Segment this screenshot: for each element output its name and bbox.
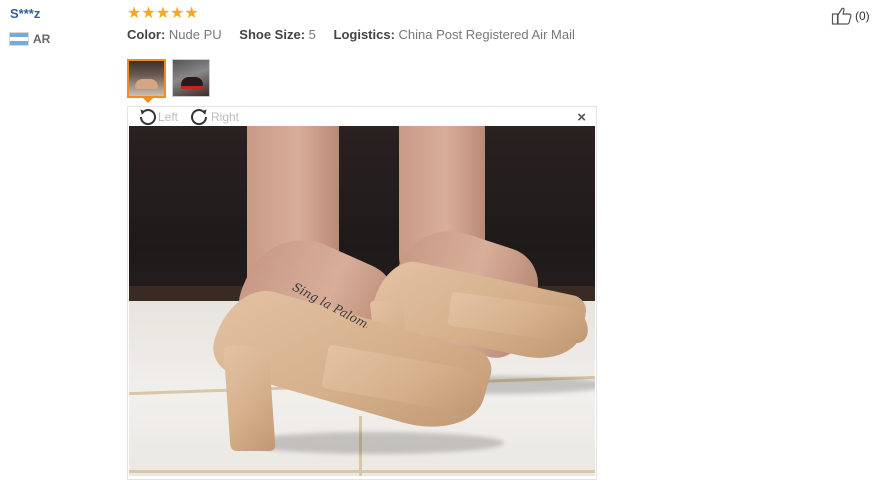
star-icon: ★: [141, 5, 156, 22]
order-shoe-size: Shoe Size: 5: [239, 27, 319, 42]
close-icon[interactable]: ×: [577, 109, 586, 126]
photo-viewer-toolbar: Left Right ×: [128, 107, 596, 127]
review-photo-thumbnails: [127, 59, 210, 98]
thumbs-up-icon: [831, 6, 853, 26]
reviewer-country: AR: [10, 32, 50, 46]
reviewer-name[interactable]: S***z: [10, 6, 40, 21]
rating-stars: ★ ★ ★ ★ ★: [127, 5, 199, 23]
rotate-right-icon: [190, 108, 210, 126]
rotate-right-label: Right: [211, 110, 240, 124]
order-color: Color: Nude PU: [127, 27, 225, 42]
photo-thumb-1[interactable]: [127, 59, 166, 98]
helpful-button[interactable]: (0): [831, 6, 870, 26]
photo-viewer: Left Right × Sing la Paloma: [127, 106, 597, 480]
order-logistics-label: Logistics:: [333, 27, 395, 42]
order-shoe-size-label: Shoe Size:: [239, 27, 306, 42]
order-shoe-size-value: 5: [308, 27, 316, 42]
order-logistics-value: China Post Registered Air Mail: [398, 27, 575, 42]
selected-thumb-pointer: [142, 97, 154, 103]
country-code: AR: [33, 32, 51, 46]
order-color-label: Color:: [127, 27, 166, 42]
star-icon: ★: [170, 5, 185, 22]
helpful-count: (0): [855, 9, 870, 23]
review-photo: Sing la Paloma: [129, 126, 595, 476]
order-logistics: Logistics: China Post Registered Air Mai…: [334, 27, 575, 42]
rotate-left-icon: [137, 108, 157, 126]
argentina-flag-icon: [10, 33, 28, 45]
star-icon: ★: [184, 5, 199, 22]
rotate-left-button[interactable]: Left: [137, 108, 178, 126]
rotate-right-button[interactable]: Right: [190, 108, 239, 126]
rotate-left-label: Left: [158, 110, 179, 124]
star-icon: ★: [155, 5, 171, 22]
order-details: Color: Nude PU Shoe Size: 5 Logistics: C…: [127, 27, 589, 42]
photo-thumb-2[interactable]: [172, 59, 210, 97]
star-icon: ★: [127, 5, 142, 22]
order-color-value: Nude PU: [168, 27, 222, 42]
